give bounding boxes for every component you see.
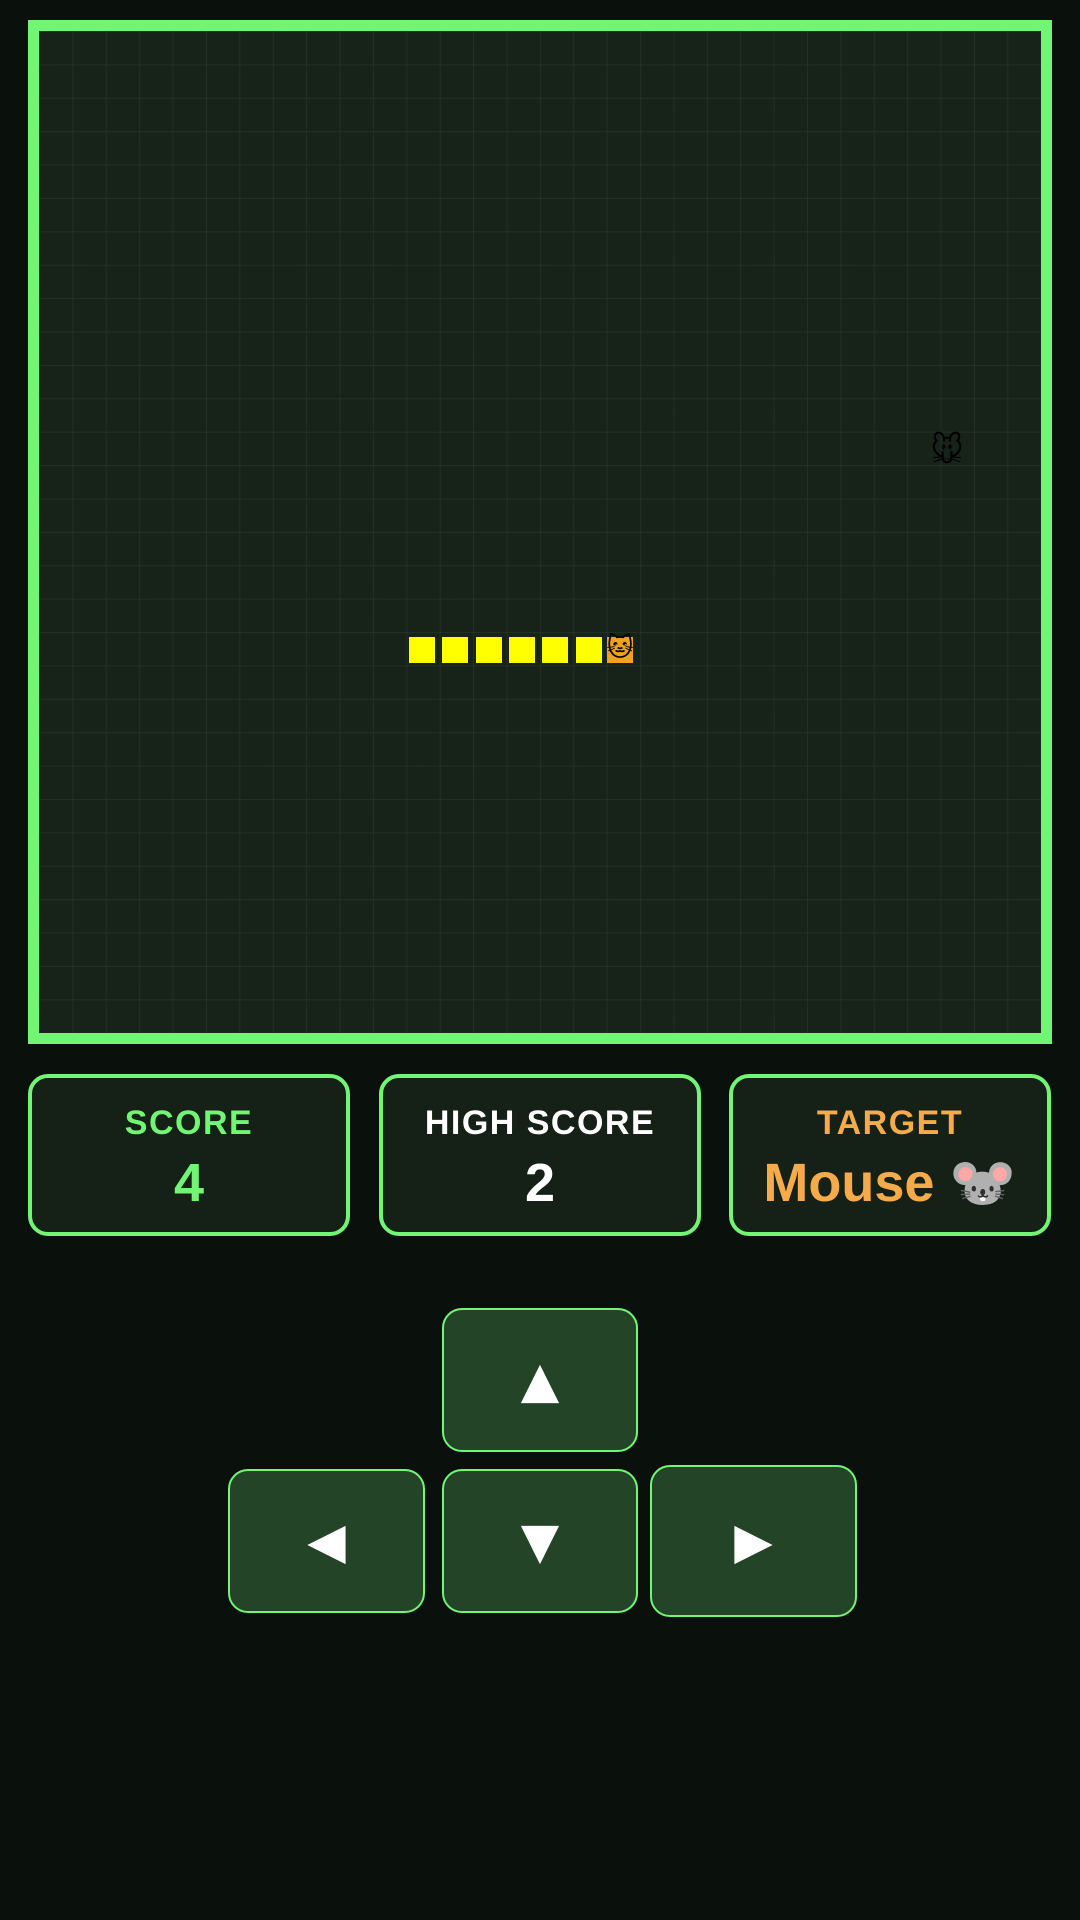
down-button[interactable]: ▼ [442,1469,638,1613]
snake-body-segment [442,637,468,663]
snake-body-segment [542,637,568,663]
game-screen: 🐱 🐭 SCORE 4 HIGH SCORE 2 TARGET Mouse 🐭 … [0,0,1080,1920]
arrow-down-icon: ▼ [520,1512,560,1570]
snake-body-segment [576,637,602,663]
high-score-label: HIGH SCORE [424,1104,656,1142]
snake-body-segment [476,637,502,663]
arrow-up-icon: ▲ [520,1351,560,1409]
score-value: 4 [173,1153,205,1213]
high-score-panel: HIGH SCORE 2 [379,1074,701,1236]
right-button[interactable]: ▶ [650,1465,857,1617]
arrow-right-icon: ▶ [734,1512,773,1570]
score-panel: SCORE 4 [28,1074,350,1236]
snake-body-segment [409,637,435,663]
arrow-left-icon: ◀ [307,1512,346,1570]
snake-body-segment [509,637,535,663]
up-button[interactable]: ▲ [442,1308,638,1452]
left-button[interactable]: ◀ [228,1469,425,1613]
game-board[interactable]: 🐱 🐭 [28,20,1052,1044]
mouse-target-icon: 🐭 [930,431,964,469]
high-score-value: 2 [524,1153,556,1213]
snake-head: 🐱 [605,633,635,663]
cat-face-icon: 🐱 [606,633,634,663]
target-panel: TARGET Mouse 🐭 [729,1074,1051,1236]
score-label: SCORE [124,1104,254,1142]
target-value: Mouse 🐭 [763,1153,1017,1213]
target-label: TARGET [816,1104,964,1142]
